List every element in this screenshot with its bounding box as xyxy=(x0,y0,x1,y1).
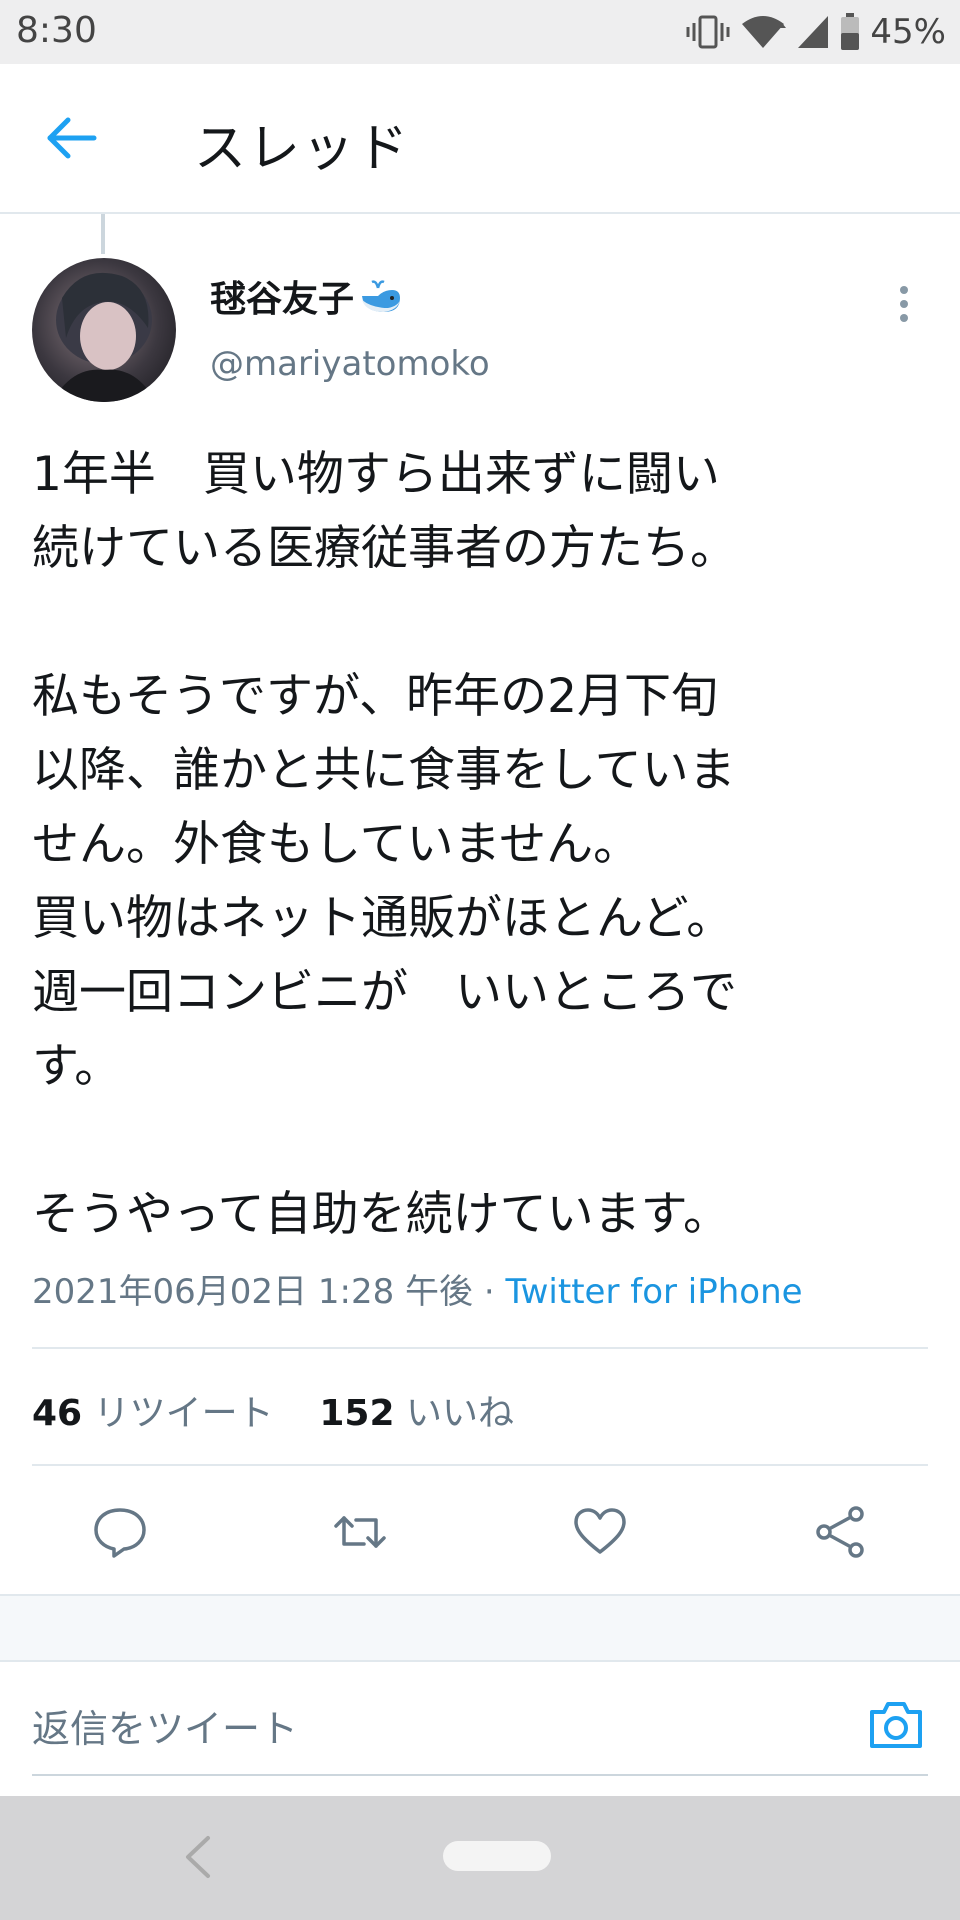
reply-input[interactable]: 返信をツイート xyxy=(32,1698,298,1753)
tweet-text: 1年半 買い物すら出来ずに闘い 続けている医療従事者の方たち。 私もそうですが、… xyxy=(32,447,737,1242)
avatar[interactable] xyxy=(32,258,176,402)
divider xyxy=(32,1464,928,1466)
battery-percent: 45% xyxy=(870,12,946,52)
author-name-text: 毬谷友子 xyxy=(210,279,355,320)
status-icons: 45% xyxy=(686,10,946,54)
reply-icon[interactable] xyxy=(92,1504,148,1560)
reply-input-underline xyxy=(32,1774,928,1776)
like-label: いいね xyxy=(405,1393,514,1434)
camera-icon[interactable] xyxy=(866,1696,926,1752)
retweet-icon[interactable] xyxy=(332,1504,388,1560)
retweet-count: 46 xyxy=(32,1393,83,1434)
retweet-label: リツイート xyxy=(93,1393,274,1434)
arrow-left-icon[interactable] xyxy=(42,112,102,164)
author-name[interactable]: 毬谷友子 xyxy=(210,270,404,322)
thread-connector-line xyxy=(101,214,105,254)
like-stat[interactable]: 152 いいね xyxy=(319,1393,514,1434)
status-time: 8:30 xyxy=(16,10,97,51)
more-vertical-icon[interactable] xyxy=(892,284,916,324)
section-separator xyxy=(0,1594,960,1662)
meta-separator: · xyxy=(473,1272,506,1312)
heart-icon[interactable] xyxy=(572,1504,628,1560)
tweet-timestamp[interactable]: 2021年06月02日 1:28 午後 xyxy=(32,1272,473,1312)
like-count: 152 xyxy=(319,1393,395,1434)
home-pill-button[interactable] xyxy=(443,1841,551,1871)
whale-emoji-icon xyxy=(362,280,401,312)
page-title: スレッド xyxy=(194,119,411,179)
divider xyxy=(32,1347,928,1349)
battery-icon xyxy=(841,13,860,50)
tweet-stats: 46 リツイート 152 いいね xyxy=(32,1384,514,1436)
author-handle[interactable]: @mariyatomoko xyxy=(210,344,490,384)
signal-icon xyxy=(798,16,829,48)
thread-header: スレッド xyxy=(0,64,960,214)
status-bar: 8:30 45% xyxy=(0,0,960,64)
share-icon[interactable] xyxy=(812,1504,868,1560)
tweet-source-link[interactable]: Twitter for iPhone xyxy=(505,1272,802,1312)
vibrate-icon xyxy=(686,15,730,49)
nav-back-icon[interactable] xyxy=(180,1832,216,1882)
wifi-icon xyxy=(742,16,787,48)
retweet-stat[interactable]: 46 リツイート xyxy=(32,1393,274,1434)
tweet-meta: 2021年06月02日 1:28 午後 · Twitter for iPhone xyxy=(32,1264,803,1313)
